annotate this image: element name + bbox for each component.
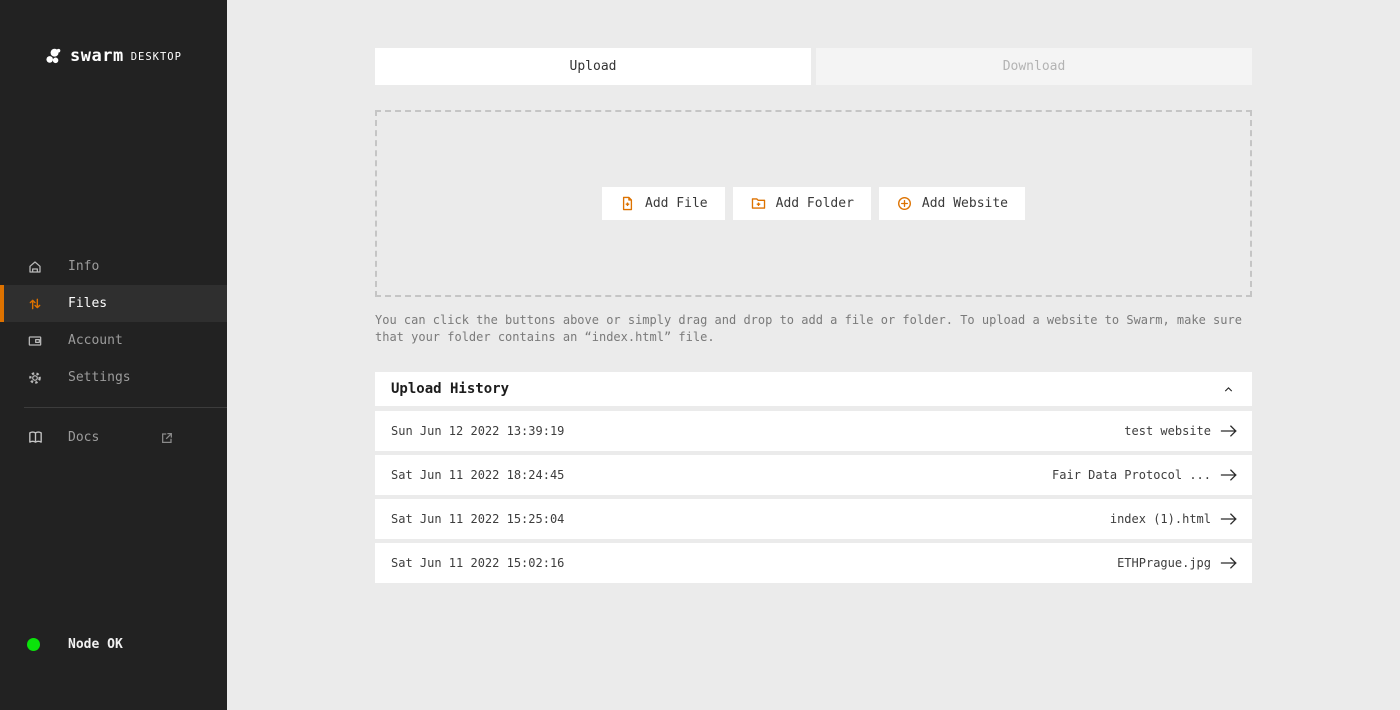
swarm-logo: swarm DESKTOP [0, 0, 227, 66]
history-row[interactable]: Sun Jun 12 2022 13:39:19 test website [375, 411, 1252, 451]
sidebar: swarm DESKTOP Info [0, 0, 227, 710]
sidebar-item-account[interactable]: Account [0, 322, 227, 359]
history-row-date: Sun Jun 12 2022 13:39:19 [391, 424, 564, 438]
external-link-icon [159, 430, 175, 446]
book-icon [27, 429, 44, 446]
history-row-date: Sat Jun 11 2022 18:24:45 [391, 468, 564, 482]
main-area: Upload Download Add File [227, 0, 1400, 710]
history-row[interactable]: Sat Jun 11 2022 15:25:04 index (1).html [375, 499, 1252, 539]
wallet-icon [27, 333, 43, 349]
sidebar-item-settings[interactable]: Settings [0, 359, 227, 396]
add-website-button[interactable]: Add Website [879, 187, 1025, 220]
add-folder-label: Add Folder [776, 196, 854, 211]
arrows-up-down-icon [27, 296, 43, 312]
node-status-label: Node OK [68, 637, 123, 652]
upload-history-section: Upload History Sun Jun 12 2022 13:39:19 … [375, 372, 1252, 583]
history-row-date: Sat Jun 11 2022 15:25:04 [391, 512, 564, 526]
status-dot [27, 638, 40, 651]
upload-history-title: Upload History [391, 381, 509, 397]
upload-download-tabs: Upload Download [375, 48, 1252, 85]
app-window: swarm DESKTOP Info [0, 0, 1400, 710]
sidebar-item-label: Docs [68, 430, 159, 445]
file-plus-icon [619, 195, 636, 212]
folder-plus-icon [750, 195, 767, 212]
chevron-up-icon[interactable] [1222, 382, 1236, 396]
history-row-name: index (1).html [1110, 512, 1211, 526]
dropzone-helper-text: You can click the buttons above or simpl… [375, 312, 1252, 345]
logo-suffix: DESKTOP [131, 51, 182, 63]
history-row[interactable]: Sat Jun 11 2022 18:24:45 Fair Data Proto… [375, 455, 1252, 495]
tab-download[interactable]: Download [816, 48, 1252, 85]
tab-upload[interactable]: Upload [375, 48, 811, 85]
arrow-right-icon[interactable] [1220, 467, 1238, 483]
upload-history-list: Sun Jun 12 2022 13:39:19 test website Sa… [375, 411, 1252, 583]
history-row[interactable]: Sat Jun 11 2022 15:02:16 ETHPrague.jpg [375, 543, 1252, 583]
history-row-name: Fair Data Protocol ... [1052, 468, 1211, 482]
upload-history-header[interactable]: Upload History [375, 372, 1252, 406]
swarm-hexagons-icon [44, 47, 63, 66]
arrow-right-icon[interactable] [1220, 423, 1238, 439]
logo-brand: swarm [70, 46, 124, 66]
add-folder-button[interactable]: Add Folder [733, 187, 871, 220]
sidebar-item-label: Account [68, 333, 123, 348]
sidebar-item-label: Settings [68, 370, 131, 385]
sidebar-item-label: Files [68, 296, 107, 311]
sidebar-nav: Info Files Account [0, 248, 227, 396]
arrow-right-icon[interactable] [1220, 555, 1238, 571]
sidebar-item-label: Info [68, 259, 99, 274]
home-icon [27, 259, 43, 275]
add-file-button[interactable]: Add File [602, 187, 725, 220]
sidebar-divider [24, 407, 227, 408]
sidebar-item-docs[interactable]: Docs [0, 419, 227, 456]
history-row-name: ETHPrague.jpg [1117, 556, 1211, 570]
file-drop-zone[interactable]: Add File Add Folder [375, 110, 1252, 297]
add-file-label: Add File [645, 196, 708, 211]
arrow-right-icon[interactable] [1220, 511, 1238, 527]
sidebar-item-info[interactable]: Info [0, 248, 227, 285]
history-row-name: test website [1124, 424, 1211, 438]
gear-icon [27, 370, 43, 386]
sidebar-item-files[interactable]: Files [0, 285, 227, 322]
history-row-date: Sat Jun 11 2022 15:02:16 [391, 556, 564, 570]
node-status: Node OK [0, 637, 227, 652]
globe-plus-icon [896, 195, 913, 212]
add-website-label: Add Website [922, 196, 1008, 211]
